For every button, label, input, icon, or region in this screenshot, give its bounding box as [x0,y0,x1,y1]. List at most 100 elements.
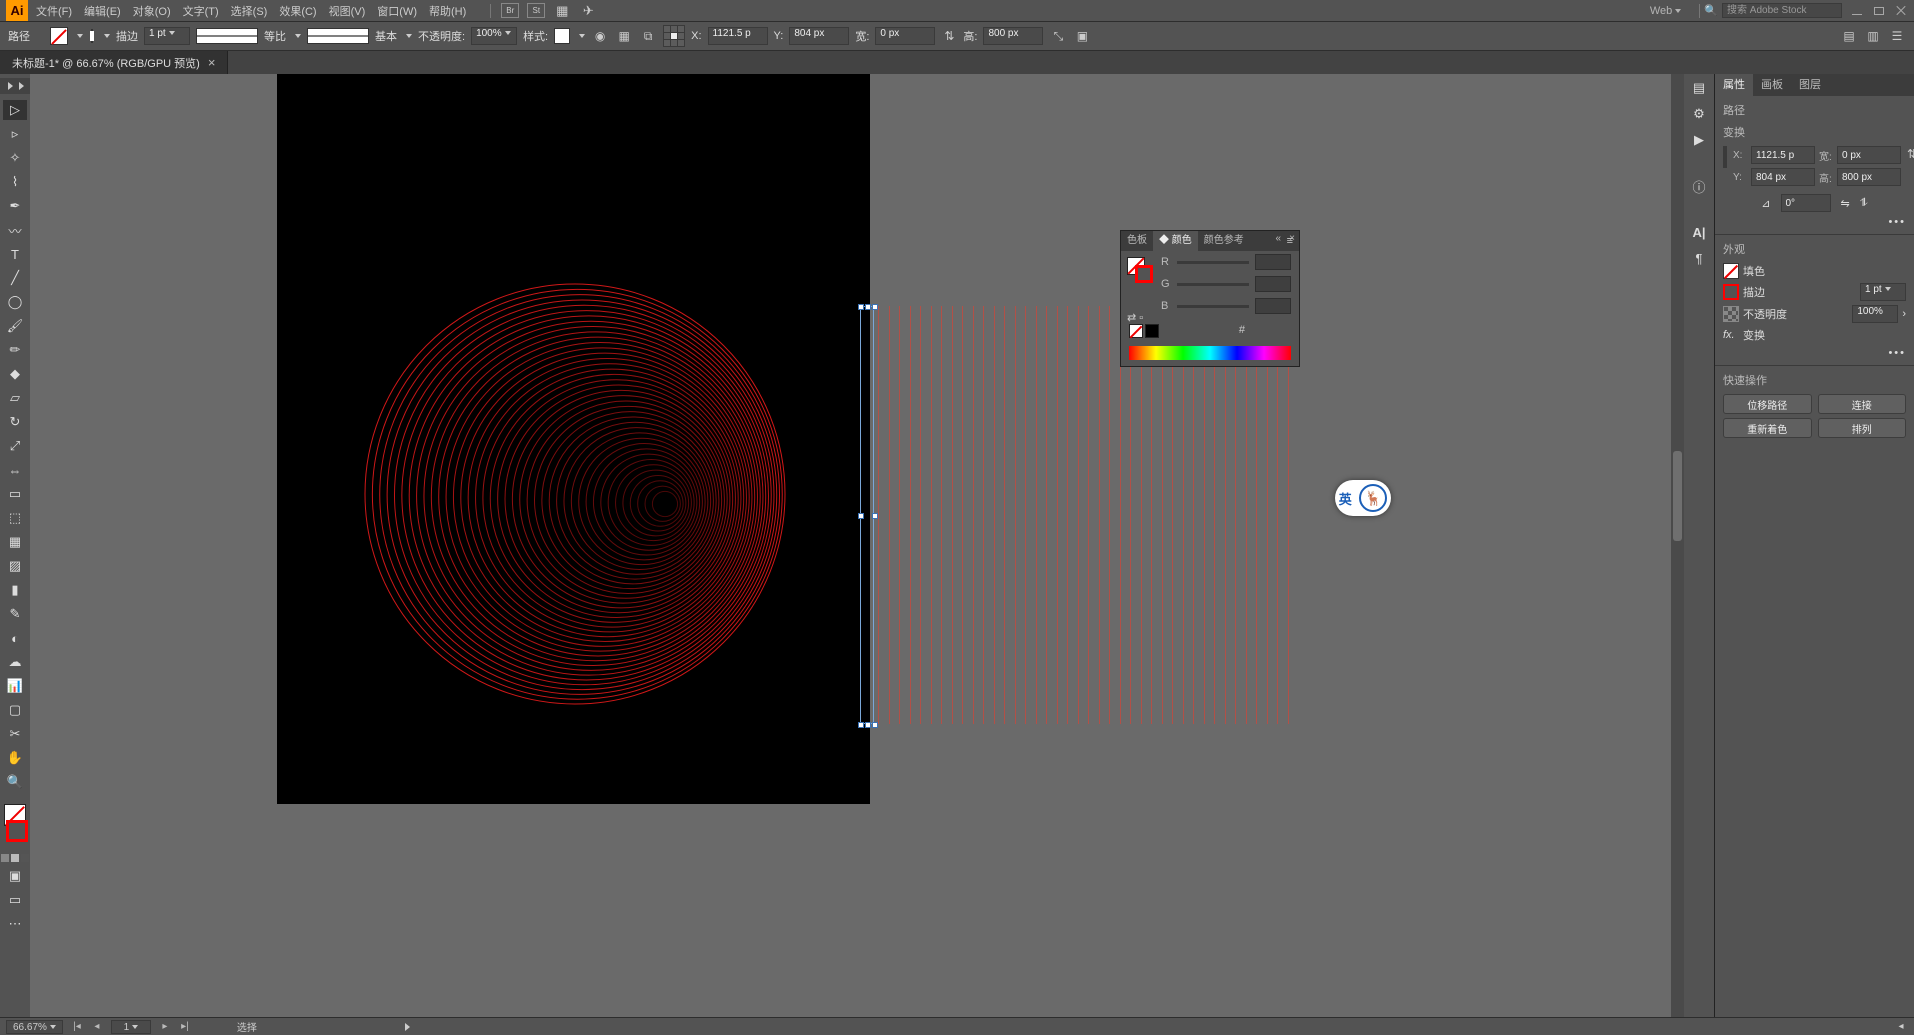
selection-handle[interactable] [865,722,871,728]
hand-tool[interactable]: ✋ [3,748,27,768]
opacity-input[interactable]: 100% [471,27,517,45]
btn-join[interactable]: 连接 [1818,394,1907,414]
menu-window[interactable]: 窗口(W) [377,3,417,19]
shaper-tool[interactable]: ◆ [3,364,27,384]
fill-swatch[interactable] [50,27,68,45]
val-r[interactable] [1255,254,1291,270]
panel-collapse-icon[interactable]: « [1275,233,1281,244]
vertical-scrollbar[interactable] [1671,74,1684,1017]
canvas[interactable] [30,74,1684,1017]
selection-box[interactable] [860,306,874,724]
hex-input[interactable] [1247,324,1291,338]
prop-opacity-sw[interactable] [1723,306,1739,322]
zoom-tool[interactable]: 🔍 [3,772,27,792]
eraser-tool[interactable]: ▱ [3,388,27,408]
selection-handle[interactable] [858,722,864,728]
magic-wand-tool[interactable]: ✧ [3,148,27,168]
swap-icon[interactable]: ⇄ ▫ [1127,311,1153,324]
menu-effect[interactable]: 效果(C) [279,3,316,19]
recolor-icon[interactable]: ◉ [591,27,609,45]
brush-tool[interactable]: 🖌 [3,316,27,336]
document-tab[interactable]: 未标题-1* @ 66.67% (RGB/GPU 预览) × [0,51,228,74]
fill-dropdown[interactable] [74,30,83,42]
tab-properties[interactable]: 属性 [1715,74,1753,96]
ime-indicator[interactable]: 英 🦌 [1335,480,1391,516]
draw-mode[interactable]: ▣ [3,866,27,886]
width-profile[interactable] [196,28,258,44]
arrange-docs-icon[interactable]: ▦ [553,3,571,18]
w-input[interactable]: 0 px [875,27,935,45]
btn-recolor[interactable]: 重新着色 [1723,418,1812,438]
artboard-field[interactable]: 1 [111,1020,151,1034]
x-input[interactable]: 1121.5 p [708,27,768,45]
blob-brush-tool[interactable]: ✏ [3,340,27,360]
stroke-swatch[interactable] [91,29,93,43]
scale-tool[interactable]: ⤢ [3,436,27,456]
selection-handle[interactable] [858,304,864,310]
stroke-label[interactable]: 描边 [116,28,138,44]
prop-y[interactable] [1751,168,1815,186]
color-spectrum[interactable] [1129,346,1291,360]
link-wh-icon[interactable]: ⇅ [941,28,957,44]
width-tool[interactable]: ⇔ [3,460,27,480]
status-flyout-icon[interactable] [405,1023,410,1031]
menu-object[interactable]: 对象(O) [133,3,171,19]
tab-artboards[interactable]: 画板 [1753,74,1791,96]
color-tab-swatches[interactable]: 色板 [1121,231,1153,251]
menu-file[interactable]: 文件(F) [36,3,72,19]
stock-icon[interactable]: St [527,3,545,18]
curvature-tool[interactable]: 〰 [3,220,27,240]
perspective-tool[interactable]: ▦ [3,532,27,552]
prop-opacity[interactable]: 100% [1852,305,1898,323]
slider-b[interactable] [1177,305,1249,308]
mesh-tool[interactable]: ▨ [3,556,27,576]
opacity-label[interactable]: 不透明度: [418,28,465,44]
color-mode-row[interactable] [1,854,29,862]
nav-prev[interactable]: ◂ [91,1021,103,1032]
panel-icon-gear[interactable]: ⚙ [1687,104,1711,124]
prop-h[interactable] [1837,168,1901,186]
more-appearance[interactable]: ••• [1888,347,1906,359]
panel-icon-char[interactable]: A| [1687,222,1711,242]
window-close-icon[interactable] [1894,4,1908,18]
document-close-icon[interactable]: × [208,56,216,69]
selection-handle[interactable] [872,513,878,519]
ellipse-tool[interactable]: ◯ [3,292,27,312]
stroke-indicator[interactable] [6,820,28,842]
hscroll-left[interactable]: ◂ [1894,1021,1908,1032]
symbol-tool[interactable]: ☁ [3,652,27,672]
h-input[interactable]: 800 px [983,27,1043,45]
blend-tool[interactable]: ◐ [3,628,27,648]
style-label[interactable]: 样式: [523,28,548,44]
isolate-icon[interactable]: ▣ [1073,27,1091,45]
menu-view[interactable]: 视图(V) [329,3,366,19]
screen-mode[interactable]: ▭ [3,890,27,910]
workspace-switcher[interactable]: Web [1650,5,1681,17]
panel-icon-play[interactable]: ▶ [1687,130,1711,150]
panel-icon-para[interactable]: ¶ [1687,248,1711,268]
menu-edit[interactable]: 编辑(E) [84,3,121,19]
none-swatch[interactable] [1129,324,1143,338]
pen-tool[interactable]: ✒ [3,196,27,216]
gpu-icon[interactable]: ✈ [579,3,597,18]
tab-layers[interactable]: 图层 [1791,74,1829,96]
slider-r[interactable] [1177,261,1249,264]
ref-point[interactable] [1723,146,1727,168]
fx-label[interactable]: 变换 [1743,327,1765,343]
eyedropper-tool[interactable]: ✎ [3,604,27,624]
bridge-icon[interactable]: Br [501,3,519,18]
nav-first[interactable]: |◂ [71,1021,83,1032]
type-tool[interactable]: T [3,244,27,264]
selection-handle[interactable] [858,513,864,519]
direct-selection-tool[interactable]: ▹ [3,124,27,144]
nav-last[interactable]: ▸| [179,1021,191,1032]
line-tool[interactable]: ╱ [3,268,27,288]
nav-next[interactable]: ▸ [159,1021,171,1032]
graph-tool[interactable]: 📊 [3,676,27,696]
stock-search[interactable]: 搜索 Adobe Stock [1722,3,1842,18]
menu-help[interactable]: 帮助(H) [429,3,466,19]
prop-x[interactable] [1751,146,1815,164]
shape-builder-icon[interactable]: ⧉ [639,27,657,45]
lasso-tool[interactable]: ⌇ [3,172,27,192]
stroke-width-input[interactable]: 1 pt [144,27,190,45]
